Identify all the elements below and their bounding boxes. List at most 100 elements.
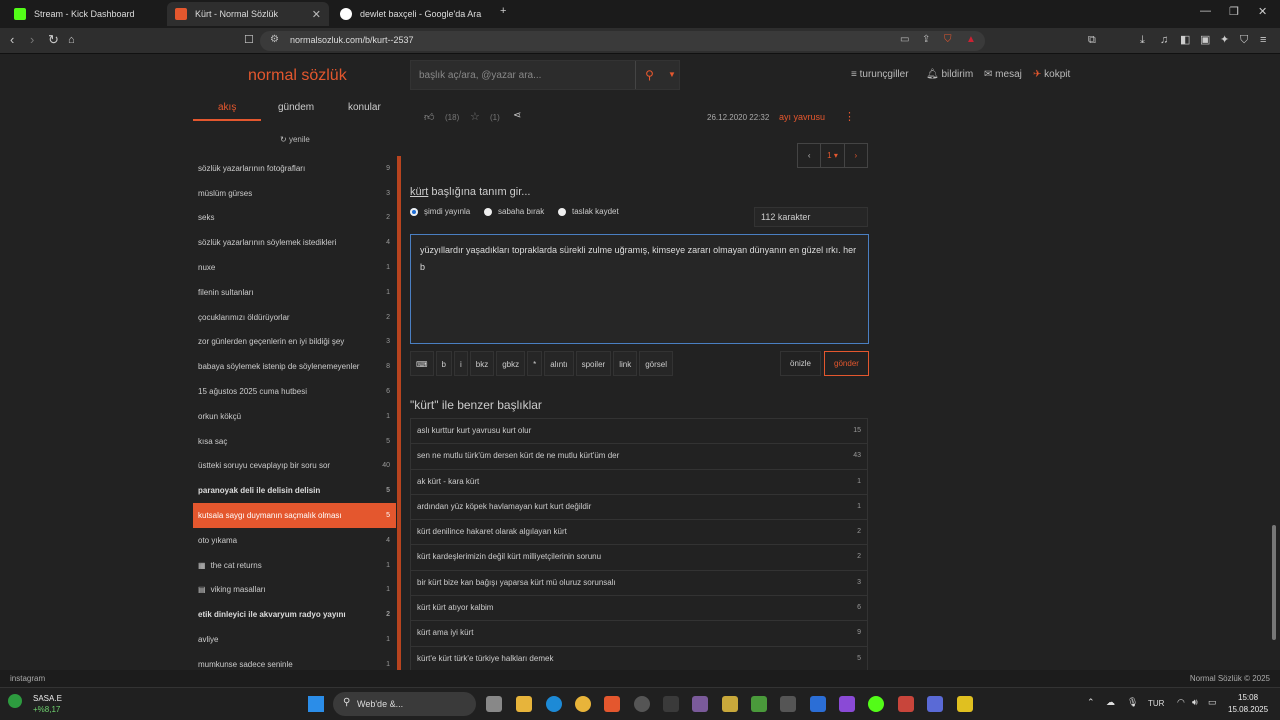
app8-icon[interactable] [957,696,973,712]
asterisk-button[interactable]: * [527,351,543,376]
list-item[interactable]: orkun kökçü 1 [193,404,396,429]
list-item[interactable]: sen ne mutlu türk'üm dersen kürt de ne m… [410,443,868,469]
vpn-icon[interactable]: ⛉ [1240,33,1248,47]
tab-gundem[interactable]: gündem [278,102,314,113]
list-item[interactable]: kürt kardeşlerimizin değil kürt milliyet… [410,544,868,570]
leo-icon[interactable]: ✦ [1220,33,1229,47]
list-item[interactable]: kürt denilince hakaret olarak algılayan … [410,519,868,545]
reload-icon[interactable]: ↻ [48,33,59,47]
share-icon[interactable]: ⋖ [513,110,521,121]
site-info-icon[interactable]: ⚙ [270,34,279,45]
cloud-icon[interactable]: ☁ [1106,697,1115,708]
nav-turuncgiller[interactable]: ≡ turunçgiller [851,69,909,80]
page-scrollbar[interactable] [1272,525,1276,640]
nav-mesaj[interactable]: ✉ mesaj [984,69,1022,80]
radio-publish-now[interactable]: şimdi yayınla [410,207,470,216]
app3-icon[interactable] [751,696,767,712]
list-item[interactable]: kürt kürt atıyor kalbim 6 [410,595,868,621]
thumbs-up-icon[interactable]: 👍︎ [424,111,434,123]
list-item-active[interactable]: kutsala saygı duymanın saçmalık olması 5 [193,503,396,528]
list-item[interactable]: 15 ağustos 2025 cuma hutbesi 6 [193,379,396,404]
address-bar[interactable]: ⚙ normalsozluk.com/b/kurt--2537 ▭ ⇪ ⛉ ▲ [260,31,985,51]
list-item[interactable]: bir kürt bize kan bağışı yaparsa kürt mü… [410,569,868,596]
bold-button[interactable]: b [435,351,452,376]
new-tab-button[interactable]: + [500,5,506,17]
wifi-icon[interactable]: ◠ [1177,697,1185,708]
page-select[interactable]: 1 ▾ [821,144,845,167]
italic-button[interactable]: i [454,351,468,376]
tab-akis[interactable]: akış [218,102,236,113]
entry-date[interactable]: 26.12.2020 22:32 [707,113,769,122]
brave-icon[interactable] [604,696,620,712]
kick-icon[interactable] [868,696,884,712]
list-item[interactable]: çocuklarımızı öldürüyorlar 2 [193,305,396,330]
list-item[interactable]: ▦ the cat returns 1 [193,553,396,578]
list-item[interactable]: ardından yüz köpek havlamayan kurt kurt … [410,493,868,520]
list-item[interactable]: avliye 1 [193,627,396,652]
radio-draft[interactable]: taslak kaydet [558,207,619,216]
prev-page-button[interactable]: ‹ [798,144,822,167]
rewards-icon[interactable]: ▲ [966,34,976,45]
next-page-button[interactable]: › [845,144,867,167]
list-item[interactable]: müslüm gürses 3 [193,181,396,206]
more-icon[interactable]: ⋮ [844,110,855,123]
list-item[interactable]: kürt ama iyi kürt 9 [410,620,868,646]
volume-icon[interactable]: 🔊︎ [1192,697,1198,708]
list-item[interactable]: paranoyak deli ile delisin delisin 5 [193,478,396,503]
list-item[interactable]: zor günlerden geçenlerin en iyi bildiği … [193,330,396,355]
nav-kokpit[interactable]: ✈ kokpit [1033,69,1070,80]
steam-icon[interactable] [634,696,650,712]
home-icon[interactable]: ⌂ [68,33,75,47]
quote-button[interactable]: alıntı [544,351,574,376]
tab-kick-dashboard[interactable]: Stream - Kick Dashboard [6,2,166,26]
app-icon[interactable] [663,696,679,712]
clock-time[interactable]: 15:08 [1238,693,1258,702]
maximize-button[interactable]: ❐ [1229,5,1239,18]
clock-date[interactable]: 15.08.2025 [1228,705,1268,714]
app6-icon[interactable] [898,696,914,712]
share-icon[interactable]: ⇪ [922,34,930,45]
windows-start-icon[interactable] [308,696,324,712]
wallet-icon[interactable]: ▣ [1200,33,1210,47]
list-item[interactable]: mumkunse sadece seninle 1 [193,652,396,670]
language-indicator[interactable]: TUR [1148,699,1164,708]
list-item[interactable]: sözlük yazarlarının söylemek istedikleri… [193,230,396,255]
app7-icon[interactable] [927,696,943,712]
game-icon[interactable] [692,696,708,712]
link-button[interactable]: link [613,351,638,376]
forward-icon[interactable]: › [30,33,34,47]
menu-icon[interactable]: ≡ [1260,33,1266,47]
list-item[interactable]: etik dinleyici ile akvaryum radyo yayını… [193,602,396,627]
entry-author[interactable]: ayı yavrusu [779,112,825,122]
brave-shield-icon[interactable]: ⛉ [944,34,952,45]
tab-google[interactable]: dewlet baxçeli - Google'da Ara [332,2,494,26]
battery-icon[interactable]: ▭ [1208,697,1217,708]
sidebar-icon[interactable]: ◧ [1180,33,1190,47]
topic-link[interactable]: kürt [410,186,428,198]
search-input[interactable]: başlık aç/ara, @yazar ara... [419,70,541,81]
send-button[interactable]: gönder [824,351,869,376]
stock-widget-icon[interactable] [8,694,22,708]
list-item[interactable]: aslı kurttur kurt yavrusu kurt olur 15 [410,418,868,444]
tab-konular[interactable]: konular [348,102,381,113]
entry-textarea[interactable]: yüzyıllardır yaşadıkları topraklarda sür… [410,234,869,344]
list-item[interactable]: kürt'e kürt türk'e türkiye halkları deme… [410,645,868,670]
outlook-icon[interactable] [810,696,826,712]
task-view-icon[interactable] [486,696,502,712]
media-icon[interactable]: ♫ [1160,33,1168,47]
spoiler-button[interactable]: spoiler [575,351,612,376]
list-item[interactable]: kısa saç 5 [193,429,396,454]
list-item[interactable]: ▤ viking masalları 1 [193,578,396,603]
keyboard-icon[interactable]: ⌨ [410,351,434,376]
radio-morning[interactable]: sabaha bırak [484,207,544,216]
download-icon[interactable]: ⤓ [1140,33,1145,47]
app2-icon[interactable] [722,696,738,712]
search-box[interactable]: başlık aç/ara, @yazar ara... ⚲ ▼ [410,60,680,90]
list-item[interactable]: nuxe 1 [193,255,396,280]
list-item[interactable]: oto yıkama 4 [193,528,396,553]
nav-bildirim[interactable]: 🔔︎ bildirim [926,69,973,80]
search-icon[interactable]: ⚲ [635,61,663,89]
list-item[interactable]: filenin sultanları 1 [193,280,396,305]
list-item[interactable]: ak kürt - kara kürt 1 [410,468,868,494]
bkz-button[interactable]: bkz [469,351,495,376]
